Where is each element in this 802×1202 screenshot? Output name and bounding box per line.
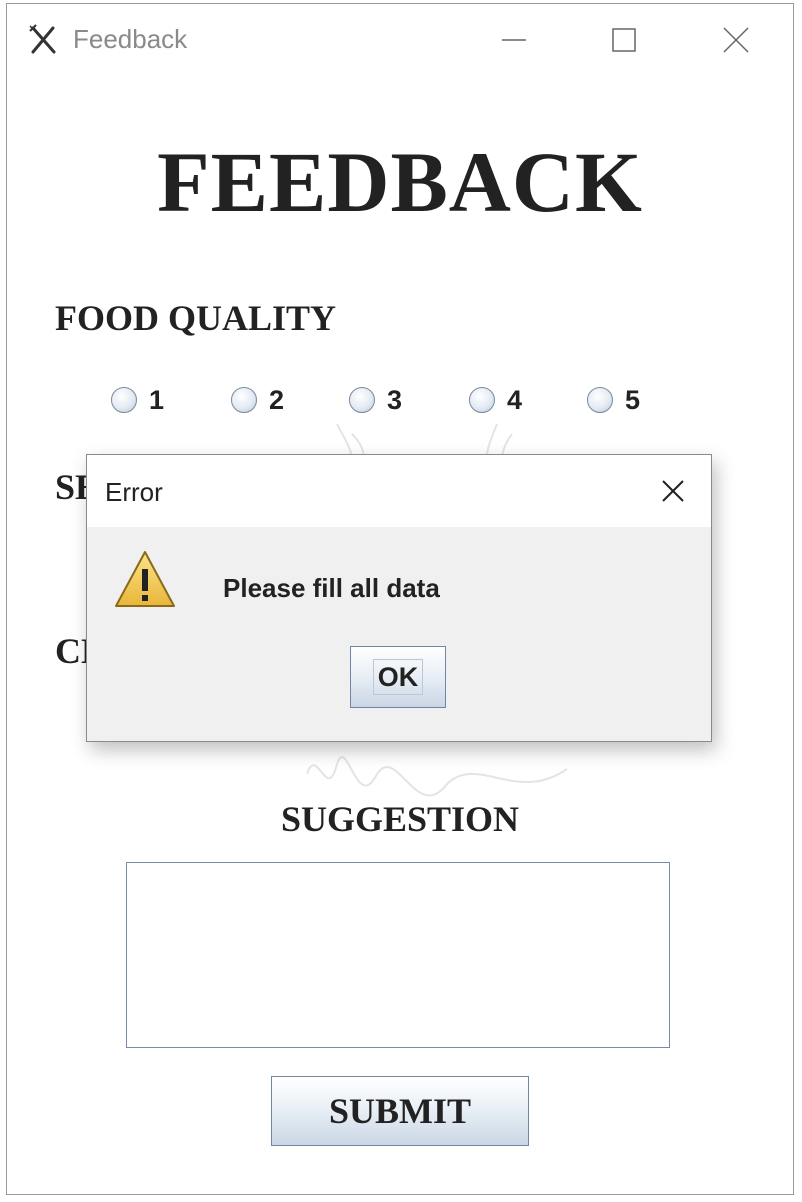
radio-button[interactable]	[231, 387, 257, 413]
ok-button[interactable]: OK	[350, 646, 446, 708]
warning-icon	[113, 549, 177, 611]
close-icon[interactable]	[716, 20, 756, 60]
fork-knife-icon	[27, 22, 61, 56]
radio-button[interactable]	[111, 387, 137, 413]
radio-label: 3	[387, 384, 403, 415]
radio-label: 1	[149, 384, 165, 415]
suggestion-textarea[interactable]	[126, 862, 670, 1048]
food-quality-label: FOOD QUALITY	[55, 298, 337, 338]
ok-label: OK	[377, 661, 419, 692]
feedback-heading: FEEDBACK	[157, 134, 643, 230]
food-quality-option-4[interactable]: 4	[469, 382, 522, 418]
error-dialog: Error Please fill all data OK	[86, 454, 712, 742]
food-quality-option-3[interactable]: 3	[349, 382, 402, 418]
food-quality-option-1[interactable]: 1	[111, 382, 164, 418]
dialog-title: Error	[105, 477, 163, 507]
radio-button[interactable]	[349, 387, 375, 413]
minimize-icon[interactable]	[494, 20, 534, 60]
suggestion-label: SUGGESTION	[280, 799, 520, 839]
dialog-titlebar[interactable]: Error	[87, 455, 711, 527]
food-quality-radio-group: 1 2 3 4 5	[7, 382, 793, 418]
radio-label: 2	[269, 384, 285, 415]
maximize-icon[interactable]	[604, 20, 644, 60]
window-title: Feedback	[73, 24, 188, 54]
radio-label: 4	[507, 384, 523, 415]
radio-button[interactable]	[587, 387, 613, 413]
submit-button[interactable]: SUBMIT	[271, 1076, 529, 1146]
radio-label: 5	[625, 384, 641, 415]
dialog-close-icon[interactable]	[655, 473, 691, 509]
dialog-message: Please fill all data	[223, 573, 440, 603]
radio-button[interactable]	[469, 387, 495, 413]
window-titlebar[interactable]: Feedback	[7, 4, 793, 78]
food-quality-option-2[interactable]: 2	[231, 382, 284, 418]
food-quality-option-5[interactable]: 5	[587, 382, 640, 418]
